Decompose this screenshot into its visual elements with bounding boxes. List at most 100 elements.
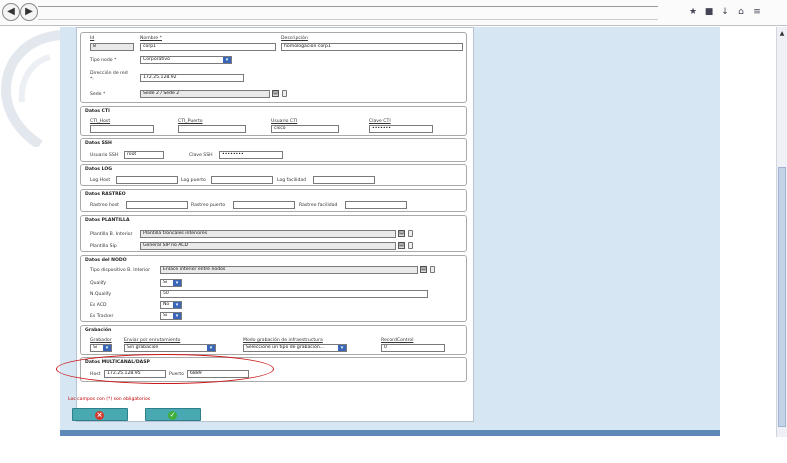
rastreo-legend: Datos RASTREO xyxy=(85,192,126,197)
log-facilidad-label: Log facilidad xyxy=(277,178,307,183)
nqualify-field[interactable]: 50 xyxy=(160,290,428,298)
cti-host-field[interactable] xyxy=(90,125,154,133)
plantilla-interior-label: Plantilla B. Interior xyxy=(90,232,133,237)
acd-value: No xyxy=(163,302,170,307)
tracker-select[interactable]: Si ▾ xyxy=(160,312,182,320)
tipo-nodo-select[interactable]: Corporativo ▾ xyxy=(140,56,232,64)
ssh-section: Datos SSH Usuario SSH root Clave SSH •••… xyxy=(80,138,467,162)
rastreo-section: Datos RASTREO Rastreo host Rastreo puert… xyxy=(80,189,467,212)
direccion-label: Dirección de red xyxy=(90,71,128,76)
cti-section: Datos CTI CTI_Host CTI_Puerto Usuario CT… xyxy=(80,106,467,136)
save-icon: ✓ xyxy=(168,411,177,420)
log-puerto-field[interactable] xyxy=(211,176,273,184)
grabacion-section: Grabación Grabador Si ▾ Enviar por enrut… xyxy=(80,325,467,355)
ssh-legend: Datos SSH xyxy=(85,141,112,146)
nodo-tipo-clear-icon[interactable] xyxy=(430,266,435,273)
rastreo-host-field[interactable] xyxy=(126,201,188,209)
qualify-value: Si xyxy=(163,280,168,285)
rastreo-host-label: Rastreo host xyxy=(90,203,119,208)
log-host-field[interactable] xyxy=(116,176,178,184)
cti-clave-label: Clave CTI xyxy=(369,119,391,124)
plantilla-sip-picker-icon[interactable]: ▤ xyxy=(398,242,405,249)
home-icon[interactable]: ⌂ xyxy=(734,6,748,18)
rastreo-puerto-label: Rastreo puerto xyxy=(191,203,226,208)
plantilla-interior-picker-icon[interactable]: ▤ xyxy=(398,230,405,237)
tipo-nodo-value: Corporativo xyxy=(143,57,170,62)
tracker-value: Si xyxy=(163,313,168,318)
log-facilidad-field[interactable] xyxy=(313,176,375,184)
scrollbar-thumb[interactable] xyxy=(778,167,786,427)
forward-button[interactable]: ▶ xyxy=(20,3,38,21)
vertical-scrollbar[interactable]: ▲ xyxy=(776,27,787,437)
ssh-clave-field[interactable]: •••••••• xyxy=(219,151,283,159)
log-puerto-label: Log puerto xyxy=(181,178,206,183)
acd-label: Es ACD xyxy=(90,303,107,308)
sede-clear-icon[interactable] xyxy=(282,90,287,97)
id-field: 8 xyxy=(90,43,134,51)
qualify-select[interactable]: Si ▾ xyxy=(160,279,182,287)
plantilla-legend: Datos PLANTILLA xyxy=(85,218,130,223)
id-label: Id xyxy=(90,36,95,41)
bookmark-icon[interactable]: ■ xyxy=(702,6,716,18)
footer-band xyxy=(60,430,720,436)
nombre-field[interactable]: corp1 xyxy=(140,43,276,51)
nodo-tipo-picker-icon[interactable]: ▤ xyxy=(420,266,427,273)
tracker-label: Es Tracker xyxy=(90,314,114,319)
nqualify-label: N.Qualify xyxy=(90,292,112,297)
nodo-tipo-label: Tipo dispositivo B. Interior xyxy=(90,268,151,273)
direccion-field[interactable]: 172.25.128.92 xyxy=(140,74,244,82)
cti-legend: Datos CTI xyxy=(85,109,110,114)
log-legend: Datos LOG xyxy=(85,167,113,172)
grabador-select[interactable]: Si ▾ xyxy=(90,344,112,352)
plantilla-sip-clear-icon[interactable] xyxy=(408,242,413,249)
enviar-value: Sin grabación xyxy=(127,345,159,350)
cti-host-label: CTI_Host xyxy=(90,119,111,124)
enviar-select[interactable]: Sin grabación ▾ xyxy=(124,344,216,352)
record-control-label: RecordControl xyxy=(381,338,414,343)
descripcion-field[interactable]: homologacion corp1 xyxy=(281,43,463,51)
log-host-label: Log Host xyxy=(90,178,111,183)
modo-grabacion-value: Seleccione un tipo de grabación... xyxy=(246,345,325,350)
modo-grabacion-select[interactable]: Seleccione un tipo de grabación... ▾ xyxy=(243,344,347,352)
modo-grabacion-label: Modo grabación de infraestructura xyxy=(243,338,323,343)
grabador-label: Grabador xyxy=(90,338,112,343)
record-control-field[interactable]: 0 xyxy=(381,344,445,352)
enviar-label: Enviar por enrutamiento xyxy=(124,338,181,343)
rastreo-facilidad-label: Rastreo facilidad xyxy=(299,203,338,208)
descripcion-label: Descripción xyxy=(281,36,308,41)
sede-field: Sede 2 / Sede 2 xyxy=(140,90,270,98)
save-button[interactable]: ✓ xyxy=(145,408,201,421)
plantilla-interior-field: Plantilla troncales interiores xyxy=(140,230,396,238)
plantilla-interior-clear-icon[interactable] xyxy=(408,230,413,237)
cancel-button[interactable]: × xyxy=(72,408,128,421)
ssh-usuario-label: Usuario SSH xyxy=(90,153,119,158)
nodo-legend: Datos del NODO xyxy=(85,258,127,263)
download-icon[interactable]: ↓ xyxy=(718,6,732,18)
plantilla-sip-label: Plantilla Sip xyxy=(90,244,117,249)
ssh-usuario-field[interactable]: root xyxy=(124,151,164,159)
menu-icon[interactable]: ≡ xyxy=(750,6,764,18)
chevron-down-icon: ▾ xyxy=(223,57,231,63)
address-bar[interactable] xyxy=(38,6,658,20)
back-button[interactable]: ◀ xyxy=(2,3,20,21)
nombre-label: Nombre * xyxy=(140,36,163,41)
chevron-down-icon: ▾ xyxy=(173,280,181,286)
chevron-down-icon: ▾ xyxy=(173,313,181,319)
scroll-up-icon[interactable]: ▲ xyxy=(778,30,786,37)
nodo-tipo-field: Enlace interior entre nodos xyxy=(160,266,418,274)
cti-usuario-field[interactable]: cisco xyxy=(271,125,339,133)
sede-picker-icon[interactable]: ▤ xyxy=(272,90,279,97)
acd-select[interactable]: No ▾ xyxy=(160,301,182,309)
grabador-value: Si xyxy=(93,345,98,350)
rastreo-puerto-field[interactable] xyxy=(233,201,295,209)
watermark-logo xyxy=(0,30,62,147)
cancel-icon: × xyxy=(95,411,104,420)
rastreo-facilidad-field[interactable] xyxy=(345,201,407,209)
qualify-label: Qualify xyxy=(90,281,107,286)
plantilla-sip-field: General SIP no ACD xyxy=(140,242,396,250)
direccion-label-suffix: *: xyxy=(90,77,94,82)
star-icon[interactable]: ★ xyxy=(686,6,700,18)
highlight-annotation xyxy=(56,354,274,384)
cti-clave-field[interactable]: ••••••• xyxy=(369,125,433,133)
cti-puerto-field[interactable] xyxy=(178,125,246,133)
